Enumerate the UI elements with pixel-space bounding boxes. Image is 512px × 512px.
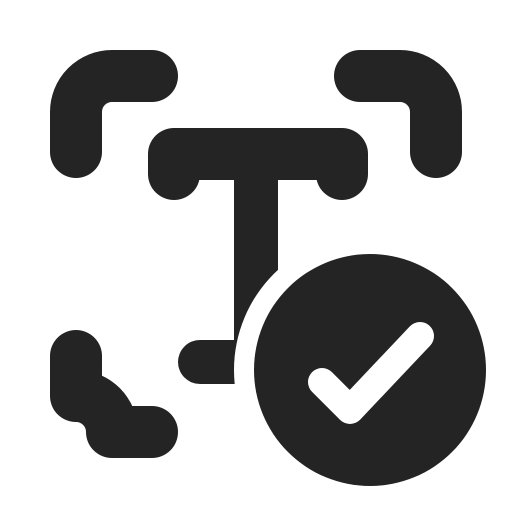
corner-bracket-top-right-icon [334,50,462,178]
icon-canvas [0,0,512,512]
text-recognition-check-icon [50,50,506,506]
corner-bracket-bottom-left-icon [50,330,178,458]
corner-bracket-top-left-icon [50,50,178,178]
